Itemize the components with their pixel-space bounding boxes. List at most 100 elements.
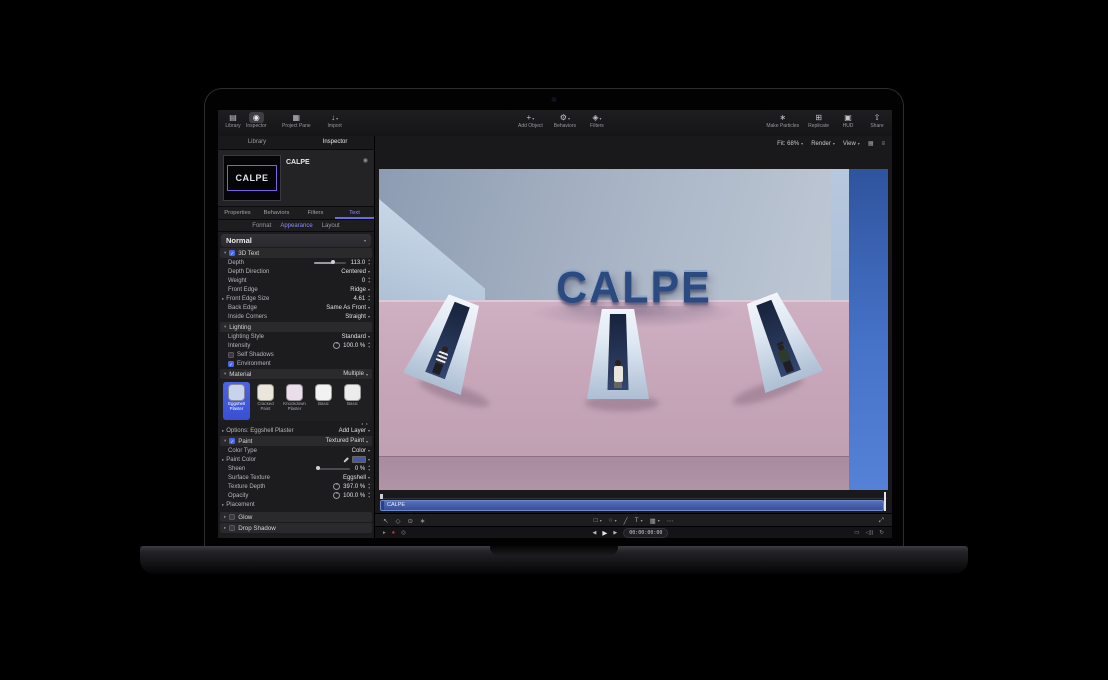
mask-tool-icon[interactable]: ▦▾ [650, 517, 660, 525]
depth-slider[interactable] [314, 262, 346, 264]
paint-color-well[interactable] [352, 456, 366, 463]
sheen-value[interactable]: 0 % [355, 466, 365, 472]
lighting-style-popup[interactable]: Standard [342, 334, 366, 340]
canvas-viewport[interactable]: CALPE [379, 169, 888, 490]
mini-timeline-icon[interactable]: ▭ [854, 530, 859, 536]
disclosure-icon[interactable]: ▸ [224, 514, 226, 520]
disclosure-icon[interactable]: ▸ [222, 502, 224, 508]
filters-button[interactable]: ◈▾ Filters [587, 112, 607, 129]
in-point-marker[interactable] [380, 494, 383, 499]
pin-icon[interactable]: ◉ [363, 157, 368, 164]
sparkle-tool-icon[interactable]: ∗ [420, 517, 425, 525]
record-icon[interactable]: ● [392, 530, 395, 536]
inspector-button[interactable]: ◉ Inspector [246, 112, 267, 129]
add-object-button[interactable]: +▾ Add Object [518, 112, 543, 129]
style-preset-popup[interactable]: Normal ▾ [221, 234, 371, 247]
import-button[interactable]: ↓▾ Import [325, 112, 345, 129]
section-3d-text[interactable]: ▾ ✓ 3D Text [220, 248, 372, 258]
disclosure-icon[interactable]: ▸ [222, 296, 224, 302]
tab-properties[interactable]: Properties [218, 207, 257, 219]
tab-library[interactable]: Library [218, 136, 296, 149]
text-tool-icon[interactable]: T▾ [635, 517, 643, 524]
front-edge-size-stepper[interactable]: ▴▾ [368, 295, 370, 301]
section-drop-shadow[interactable]: ▸ ✓ Drop Shadow [220, 523, 372, 533]
3d-text-checkbox[interactable]: ✓ [229, 250, 235, 256]
grid-view-icon[interactable]: ▦ [868, 140, 874, 147]
section-glow[interactable]: ▸ ✓ Glow [220, 512, 372, 522]
drop-shadow-checkbox[interactable]: ✓ [229, 525, 235, 531]
speaker-icon[interactable]: ◁)) [865, 530, 873, 536]
disclosure-icon[interactable]: ▸ [224, 525, 226, 531]
depth-value[interactable]: 113.0 [351, 260, 366, 266]
depth-stepper[interactable]: ▴▾ [368, 259, 370, 265]
hud-button[interactable]: ▣ HUD [838, 112, 858, 129]
previous-frame-button[interactable]: ◀ [593, 530, 597, 536]
material-tile[interactable]: Knockdown Plaster [281, 382, 308, 420]
view-popup[interactable]: View▾ [843, 141, 860, 147]
inside-corners-popup[interactable]: Straight [345, 314, 366, 320]
list-view-icon[interactable]: ≡ [881, 141, 885, 147]
material-popup[interactable]: Multiple [343, 371, 364, 377]
paint-type-popup[interactable]: Textured Paint [326, 438, 364, 444]
sheen-slider[interactable] [318, 468, 350, 470]
next-frame-button[interactable]: ▶ [613, 530, 617, 536]
replicate-button[interactable]: ⊞ Replicate [808, 112, 829, 129]
back-edge-popup[interactable]: Same As Front [326, 305, 366, 311]
line-tool-icon[interactable]: ╱ [624, 517, 628, 525]
intensity-dial[interactable] [333, 342, 340, 349]
paint-checkbox[interactable]: ✓ [229, 438, 235, 444]
depth-direction-popup[interactable]: Centered [341, 269, 366, 275]
more-tools-icon[interactable]: ⋯ [667, 517, 674, 525]
make-particles-button[interactable]: ∗ Make Particles [766, 112, 799, 129]
share-button[interactable]: ⇧ Share [867, 112, 887, 129]
tab-behaviors[interactable]: Behaviors [257, 207, 296, 219]
marker-icon[interactable]: ▸ [383, 530, 386, 536]
section-paint[interactable]: ▾ ✓ Paint Textured Paint ▾ [220, 436, 372, 446]
texture-depth-stepper[interactable]: ▴▾ [368, 483, 370, 489]
environment-checkbox[interactable]: ✓ [228, 361, 234, 367]
scene-3d-text[interactable]: CALPE [512, 263, 756, 314]
eyedropper-icon[interactable] [343, 457, 348, 462]
disclosure-icon[interactable]: ▾ [224, 250, 226, 256]
timeline-track-calpe[interactable]: CALPE [380, 500, 884, 511]
front-edge-size-value[interactable]: 4.61 [354, 296, 366, 302]
texture-depth-dial[interactable] [333, 483, 340, 490]
material-tile[interactable]: Cracked Paint [252, 382, 279, 420]
section-lighting[interactable]: ▾ Lighting [220, 322, 372, 332]
swatch-prev-icon[interactable]: ◂ [361, 421, 363, 426]
adjust-tool-icon[interactable]: ◇ [395, 517, 400, 525]
swatch-next-icon[interactable]: ▸ [366, 421, 368, 426]
texture-depth-value[interactable]: 397.0 % [343, 484, 365, 490]
front-edge-popup[interactable]: Ridge [350, 287, 366, 293]
subtab-appearance[interactable]: Appearance [280, 223, 312, 229]
disclosure-icon[interactable]: ▸ [222, 457, 224, 463]
library-button[interactable]: ▤ Library [223, 112, 243, 129]
weight-stepper[interactable]: ▴▾ [368, 277, 370, 283]
sheen-stepper[interactable]: ▴▾ [368, 465, 370, 471]
add-layer-popup[interactable]: Add Layer [339, 428, 366, 434]
loop-icon[interactable]: ↻ [879, 530, 884, 536]
intensity-value[interactable]: 100.0 % [343, 343, 365, 349]
disclosure-icon[interactable]: ▾ [224, 438, 226, 444]
surface-texture-popup[interactable]: Eggshell [343, 475, 366, 481]
section-material[interactable]: ▾ Material Multiple ▾ [220, 369, 372, 379]
glow-checkbox[interactable]: ✓ [229, 514, 235, 520]
material-tile[interactable]: Eggshell Plaster [223, 382, 250, 420]
disclosure-icon[interactable]: ▾ [224, 371, 226, 377]
anchor-tool-icon[interactable]: ⊙ [407, 517, 412, 525]
intensity-stepper[interactable]: ▴▾ [368, 342, 370, 348]
opacity-value[interactable]: 100.0 % [343, 493, 365, 499]
weight-value[interactable]: 0 [362, 278, 365, 284]
tab-filters[interactable]: Filters [296, 207, 335, 219]
render-popup[interactable]: Render▾ [811, 141, 835, 147]
tab-text[interactable]: Text [335, 207, 374, 219]
opacity-stepper[interactable]: ▴▾ [368, 492, 370, 498]
material-tile[interactable]: Basic [339, 382, 366, 420]
color-type-popup[interactable]: Color [352, 448, 366, 454]
shape-tool-icon[interactable]: □▾ [594, 517, 602, 524]
behaviors-button[interactable]: ⚙▾ Behaviors [554, 112, 576, 129]
pointer-tool-icon[interactable]: ↖ [383, 517, 388, 525]
self-shadows-checkbox[interactable]: ✓ [228, 352, 234, 358]
material-tile[interactable]: Basic [310, 382, 337, 420]
project-pane-button[interactable]: ▦ Project Pane [282, 112, 311, 129]
